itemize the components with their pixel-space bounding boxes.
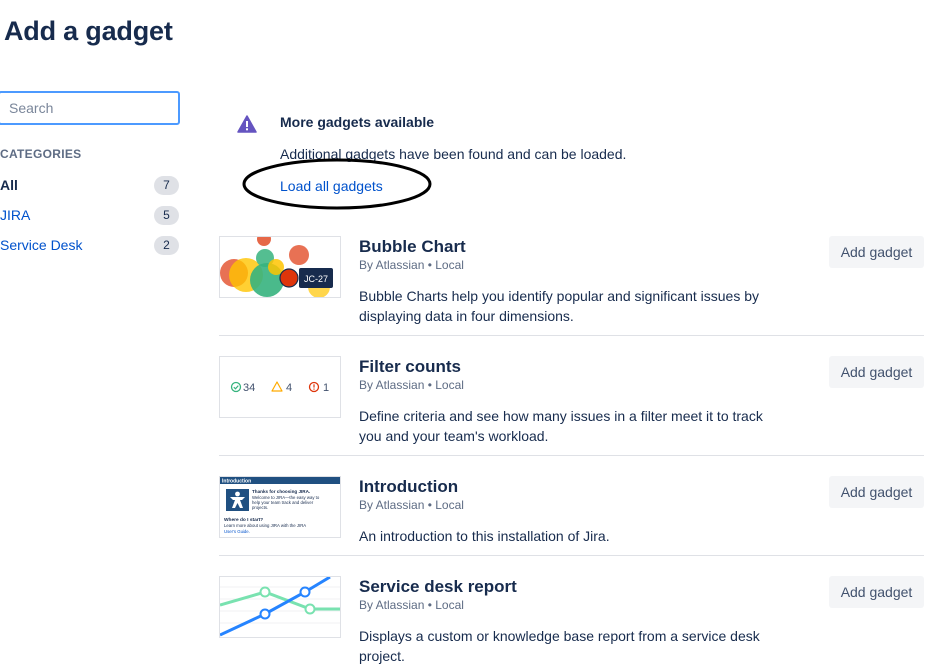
add-gadget-button[interactable]: Add gadget (829, 476, 924, 508)
svg-text:Learn more about using JIRA wi: Learn more about using JIRA with the JIR… (224, 523, 306, 528)
notice-title: More gadgets available (280, 114, 435, 130)
divider (219, 335, 924, 336)
gadget-author: By Atlassian • Local (359, 498, 464, 512)
divider (219, 455, 924, 456)
gadget-bubble-chart: JC-27 Bubble Chart By Atlassian • Local … (219, 236, 924, 326)
thumbnail-tooltip: JC-27 (304, 274, 328, 284)
filter-counts-thumbnail-image: 34 4 1 (230, 381, 329, 394)
service-desk-report-thumbnail-image (220, 577, 340, 637)
category-count-badge: 7 (154, 175, 179, 195)
introduction-thumbnail-image: Introduction Thanks for choosing JIRA. W… (220, 477, 340, 534)
search-input[interactable] (0, 91, 180, 125)
gadget-description: An introduction to this installation of … (359, 528, 610, 544)
gadget-thumbnail: Introduction Thanks for choosing JIRA. W… (219, 476, 341, 538)
bubble-chart-thumbnail-image: JC-27 (220, 237, 333, 297)
category-count-badge: 2 (154, 235, 179, 255)
category-jira[interactable]: JIRA 5 (0, 204, 180, 226)
gadget-service-desk-report: Service desk report By Atlassian • Local… (219, 576, 924, 666)
add-gadget-button[interactable]: Add gadget (829, 236, 924, 268)
gadget-title: Introduction (359, 477, 459, 496)
gadget-thumbnail: JC-27 (219, 236, 341, 298)
count-warning: 4 (286, 382, 292, 394)
gadget-title: Filter counts (359, 357, 462, 376)
annotation-ellipse (242, 158, 432, 210)
category-service-desk[interactable]: Service Desk 2 (0, 234, 180, 256)
svg-text:Thanks for choosing JIRA.: Thanks for choosing JIRA. (252, 489, 310, 494)
gadget-description: Displays a custom or knowledge base repo… (359, 628, 760, 664)
page-title: Add a gadget (4, 16, 173, 46)
category-all[interactable]: All 7 (0, 174, 180, 196)
svg-text:projects.: projects. (252, 505, 268, 510)
count-ok: 34 (243, 382, 255, 394)
gadget-description: Bubble Charts help you identify popular … (359, 288, 760, 324)
gadget-filter-counts: 34 4 1 Filter counts By Atlassian • Loca… (219, 356, 924, 446)
categories-heading: CATEGORIES (0, 147, 82, 161)
gadget-author: By Atlassian • Local (359, 258, 464, 272)
svg-text:Introduction: Introduction (222, 479, 251, 485)
gadget-description: Define criteria and see how many issues … (359, 408, 763, 444)
category-label: All (0, 177, 18, 193)
gadget-author: By Atlassian • Local (359, 378, 464, 392)
add-gadget-button[interactable]: Add gadget (829, 356, 924, 388)
gadget-author: By Atlassian • Local (359, 598, 464, 612)
warning-icon (237, 115, 257, 133)
gadget-title: Bubble Chart (359, 237, 466, 256)
svg-text:User's Guide.: User's Guide. (224, 529, 250, 534)
gadget-thumbnail: 34 4 1 (219, 356, 341, 418)
category-label: Service Desk (0, 237, 83, 253)
gadget-thumbnail (219, 576, 341, 638)
gadget-title: Service desk report (359, 577, 517, 596)
category-count-badge: 5 (154, 205, 179, 225)
gadget-introduction: Introduction Thanks for choosing JIRA. W… (219, 476, 924, 546)
category-label: JIRA (0, 207, 31, 223)
add-gadget-button[interactable]: Add gadget (829, 576, 924, 608)
count-error: 1 (323, 382, 329, 394)
divider (219, 555, 924, 556)
